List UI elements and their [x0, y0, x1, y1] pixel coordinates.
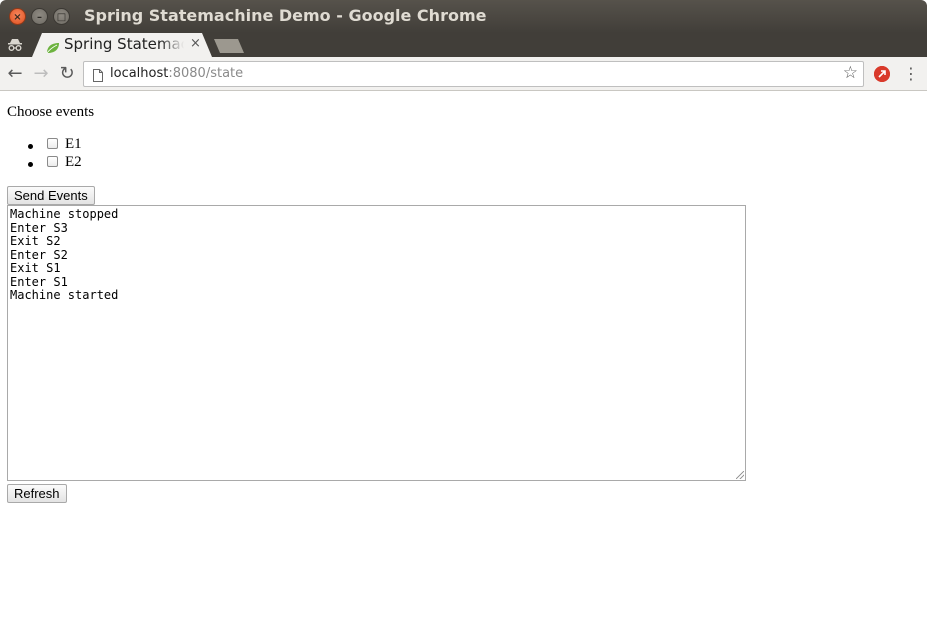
- event-e1-label: E1: [65, 136, 82, 152]
- tab-title: Spring Statemachine Demo: [64, 35, 184, 53]
- log-line: Machine started: [10, 288, 119, 302]
- page-info-icon[interactable]: [93, 67, 103, 82]
- window-title: Spring Statemachine Demo - Google Chrome: [84, 6, 487, 25]
- resize-handle[interactable]: [736, 471, 744, 479]
- log-line: Enter S3: [10, 220, 68, 235]
- tab-strip: Spring Statemachine Demo ×: [0, 33, 927, 57]
- url-path: :8080/state: [168, 66, 244, 81]
- choose-events-heading: Choose events: [7, 104, 95, 120]
- event-e2-checkbox[interactable]: [47, 156, 58, 167]
- window-close-button[interactable]: ×: [9, 8, 26, 25]
- back-arrow-icon[interactable]: ←: [5, 64, 25, 84]
- extension-icon[interactable]: [874, 66, 890, 82]
- log-line: Exit S1: [10, 261, 61, 275]
- page-content: Choose events E1 E2 Send Events Machine …: [0, 92, 927, 631]
- new-tab-button[interactable]: [214, 39, 244, 53]
- tab-spring-statemachine[interactable]: Spring Statemachine Demo ×: [32, 33, 212, 57]
- bullet-icon: [28, 144, 33, 149]
- url-text: localhost:8080/state: [110, 66, 243, 81]
- bookmark-star-icon[interactable]: ☆: [843, 63, 858, 83]
- log-line: Enter S1: [10, 274, 68, 289]
- log-line: Machine stopped: [10, 207, 119, 221]
- refresh-button[interactable]: Refresh: [7, 484, 67, 503]
- state-log-textarea[interactable]: Machine stopped Enter S3 Exit S2 Enter S…: [7, 205, 746, 481]
- incognito-icon: [6, 36, 24, 54]
- address-bar[interactable]: localhost:8080/state ☆: [83, 61, 864, 87]
- spring-leaf-icon: [46, 39, 59, 54]
- browser-toolbar: ← → ↻ localhost:8080/state ☆ ⋮: [0, 57, 927, 91]
- bullet-icon: [28, 162, 33, 167]
- window-maximize-button[interactable]: □: [53, 8, 70, 25]
- window-titlebar: × – □ Spring Statemachine Demo - Google …: [0, 0, 927, 33]
- event-e2-label: E2: [65, 154, 82, 170]
- send-events-button[interactable]: Send Events: [7, 186, 95, 205]
- chrome-menu-icon[interactable]: ⋮: [902, 64, 920, 84]
- tab-close-icon[interactable]: ×: [190, 36, 201, 51]
- log-line: Exit S2: [10, 234, 61, 248]
- log-line: Enter S2: [10, 247, 68, 262]
- window-minimize-button[interactable]: –: [31, 8, 48, 25]
- forward-arrow-icon[interactable]: →: [31, 64, 51, 84]
- event-e1-checkbox[interactable]: [47, 138, 58, 149]
- reload-icon[interactable]: ↻: [57, 64, 77, 84]
- url-host: localhost: [110, 66, 169, 81]
